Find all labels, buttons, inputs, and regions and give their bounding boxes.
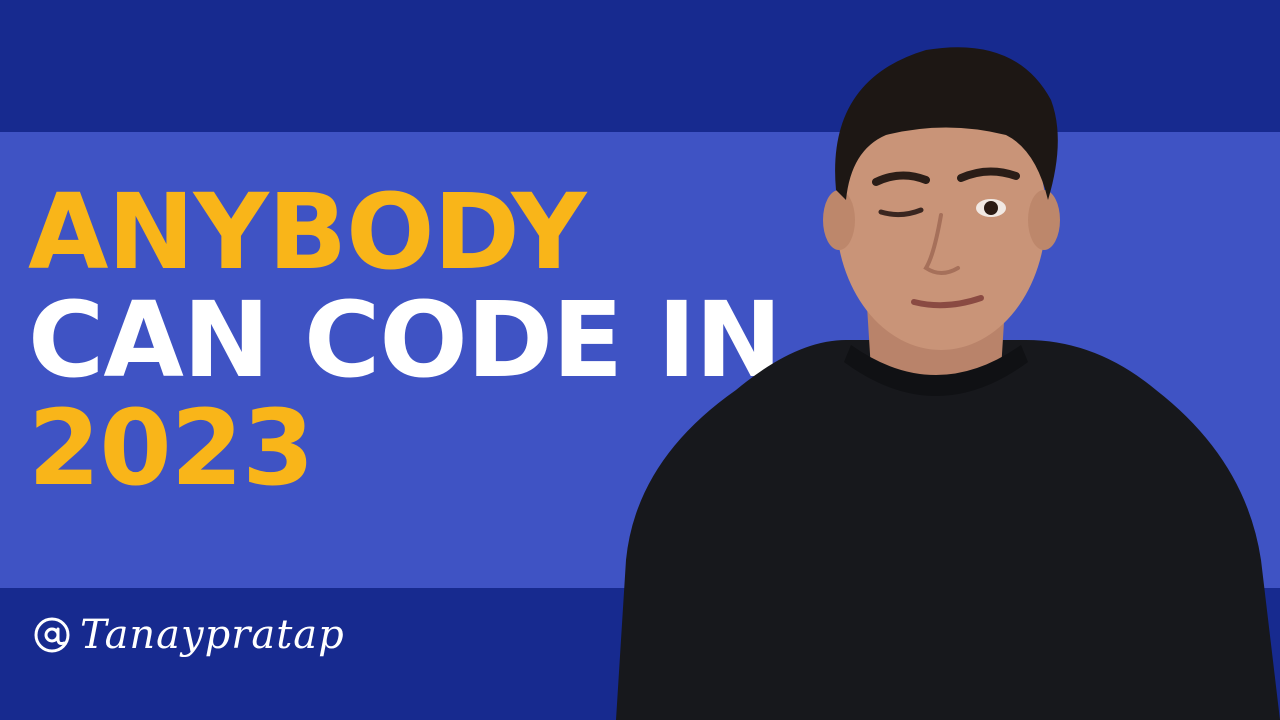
iris bbox=[984, 201, 998, 215]
handle-text: Tanaypratap bbox=[80, 612, 345, 658]
left-ear bbox=[823, 190, 855, 250]
at-sign-icon bbox=[32, 615, 72, 655]
social-handle: Tanaypratap bbox=[32, 612, 345, 658]
sweater bbox=[616, 340, 1280, 720]
person-photo bbox=[596, 40, 1280, 720]
right-ear bbox=[1028, 190, 1060, 250]
